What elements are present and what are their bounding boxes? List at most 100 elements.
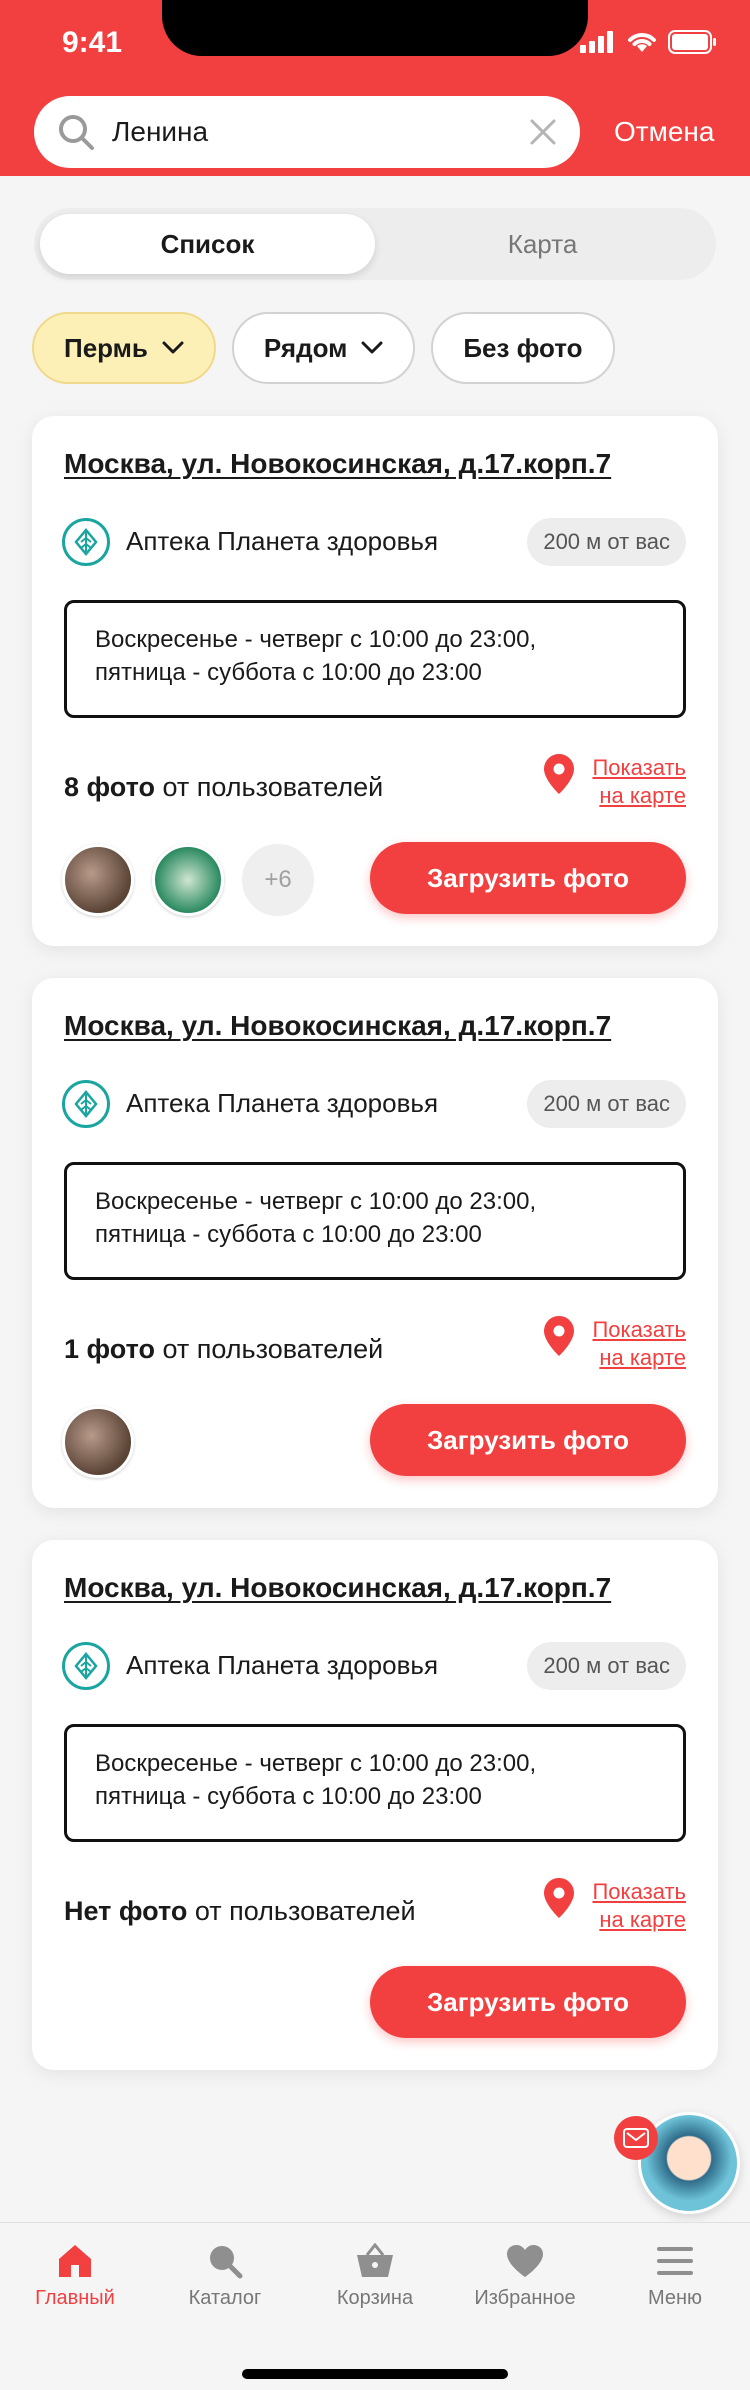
photo-thumbnail[interactable] [62,1406,134,1478]
tab-label: Избранное [474,2287,576,2309]
hours-line-1: Воскресенье - четверг с 10:00 до 23:00, [95,1188,537,1215]
distance-badge: 200 м от вас [527,518,686,566]
photos-suffix: от пользователей [154,772,384,802]
tab-map[interactable]: Карта [375,214,710,274]
map-link-line-1: Показать [592,1317,686,1342]
heart-icon [507,2245,543,2277]
view-toggle: Список Карта [34,208,716,280]
photo-thumbnail[interactable] [62,844,134,916]
hours-line-1: Воскресенье - четверг с 10:00 до 23:00, [95,626,537,653]
tab-list[interactable]: Список [40,214,375,274]
hours-line-2: пятница - суббота с 10:00 до 23:00 [95,1221,482,1248]
tab-label: Главный [35,2287,115,2309]
filter-no-photo-label: Без фото [463,332,583,363]
photos-count-label: 8 фото от пользователей [64,772,383,803]
filter-no-photo[interactable]: Без фото [431,312,615,384]
show-on-map-text: Показать на карте [592,1316,686,1372]
tab-favorites[interactable]: Избранное [450,2243,600,2310]
hours-line-2: пятница - суббота с 10:00 до 23:00 [95,1783,482,1810]
pharmacy-name: Аптека Планета здоровья [126,1650,439,1680]
map-link-line-2: на карте [599,1345,686,1370]
photos-count: 8 фото [64,772,155,802]
photo-thumbnails [62,1406,134,1478]
wifi-icon [628,33,656,52]
clear-icon[interactable] [528,117,558,147]
signal-icon [580,31,613,53]
distance-badge: 200 м от вас [527,1642,686,1690]
upload-photo-button[interactable]: Загрузить фото [370,1966,686,2038]
search-icon [59,115,94,150]
status-time: 9:41 [62,26,123,59]
pharmacy-logo-icon [62,1642,110,1690]
basket-icon [357,2243,393,2277]
search-row: Ленина Отмена [34,96,724,168]
cancel-button[interactable]: Отмена [614,116,714,148]
opening-hours: Воскресенье - четверг с 10:00 до 23:00, … [64,600,686,718]
tab-menu[interactable]: Меню [600,2243,750,2310]
photos-count-label: 1 фото от пользователей [64,1334,383,1365]
status-icons [580,30,718,54]
home-icon [59,2245,91,2277]
upload-photo-button[interactable]: Загрузить фото [370,842,686,914]
hours-line-2: пятница - суббота с 10:00 до 23:00 [95,659,482,686]
tab-basket[interactable]: Корзина [300,2243,450,2310]
opening-hours: Воскресенье - четверг с 10:00 до 23:00, … [64,1162,686,1280]
photos-count: Нет фото [64,1896,188,1926]
map-link-line-1: Показать [592,1879,686,1904]
chat-badge-icon[interactable] [614,2116,658,2160]
tab-label: Корзина [336,2287,414,2309]
card-address[interactable]: Москва, ул. Новокосинская, д.17.корп.7 [64,1010,611,1042]
filter-chips: Пермь Рядом Без фото [32,312,615,384]
map-pin-icon [544,1316,575,1356]
search-input[interactable]: Ленина [34,96,580,168]
show-on-map-link[interactable]: Показать на карте [544,1316,686,1372]
photo-thumbnail[interactable] [152,844,224,916]
photos-suffix: от пользователей [187,1896,416,1926]
filter-city[interactable]: Пермь [32,312,216,384]
map-link-line-2: на карте [599,783,686,808]
battery-icon [668,30,716,54]
tab-label: Меню [647,2287,703,2309]
hours-line-1: Воскресенье - четверг с 10:00 до 23:00, [95,1750,537,1777]
card-address[interactable]: Москва, ул. Новокосинская, д.17.корп.7 [64,1572,611,1604]
home-indicator [242,2369,508,2379]
map-pin-icon [544,754,575,794]
opening-hours: Воскресенье - четверг с 10:00 до 23:00, … [64,1724,686,1842]
show-on-map-link[interactable]: Показать на карте [544,1878,686,1934]
show-on-map-link[interactable]: Показать на карте [544,754,686,810]
show-on-map-text: Показать на карте [592,1878,686,1934]
filter-nearby[interactable]: Рядом [231,312,416,384]
card-address[interactable]: Москва, ул. Новокосинская, д.17.корп.7 [64,448,611,480]
menu-icon [657,2247,693,2275]
distance-badge: 200 м от вас [527,1080,686,1128]
pharmacy-name: Аптека Планета здоровья [126,526,439,556]
tab-bar: Главный Каталог Корзина Избранное Меню [0,2222,750,2390]
chevron-down-icon [361,341,383,354]
device-notch [162,0,588,56]
pharmacy-card: Москва, ул. Новокосинская, д.17.корп.7 А… [32,1540,718,2070]
filter-nearby-label: Рядом [263,332,348,363]
pharmacy-logo-icon [62,1080,110,1128]
upload-photo-button[interactable]: Загрузить фото [370,1404,686,1476]
map-link-line-1: Показать [592,755,686,780]
tab-label: Каталог [188,2287,262,2309]
header: 9:41 Ленина Отмена [0,0,750,176]
more-photos-badge[interactable]: +6 [242,844,314,916]
search-query: Ленина [112,116,209,147]
pharmacy-logo-icon [62,518,110,566]
photo-thumbnails: +6 [62,844,314,916]
photos-suffix: от пользователей [154,1334,384,1364]
photos-count: 1 фото [64,1334,155,1364]
pharmacy-name: Аптека Планета здоровья [126,1088,439,1118]
pharmacy-card: Москва, ул. Новокосинская, д.17.корп.7 А… [32,978,718,1508]
search-icon [210,2246,243,2279]
show-on-map-text: Показать на карте [592,754,686,810]
photos-count-label: Нет фото от пользователей [64,1896,416,1927]
tab-catalog[interactable]: Каталог [150,2243,300,2310]
filter-city-label: Пермь [64,332,148,363]
map-link-line-2: на карте [599,1907,686,1932]
chevron-down-icon [162,341,184,354]
pharmacy-card: Москва, ул. Новокосинская, д.17.корп.7 А… [32,416,718,946]
tab-home[interactable]: Главный [0,2243,150,2310]
map-pin-icon [544,1878,575,1918]
